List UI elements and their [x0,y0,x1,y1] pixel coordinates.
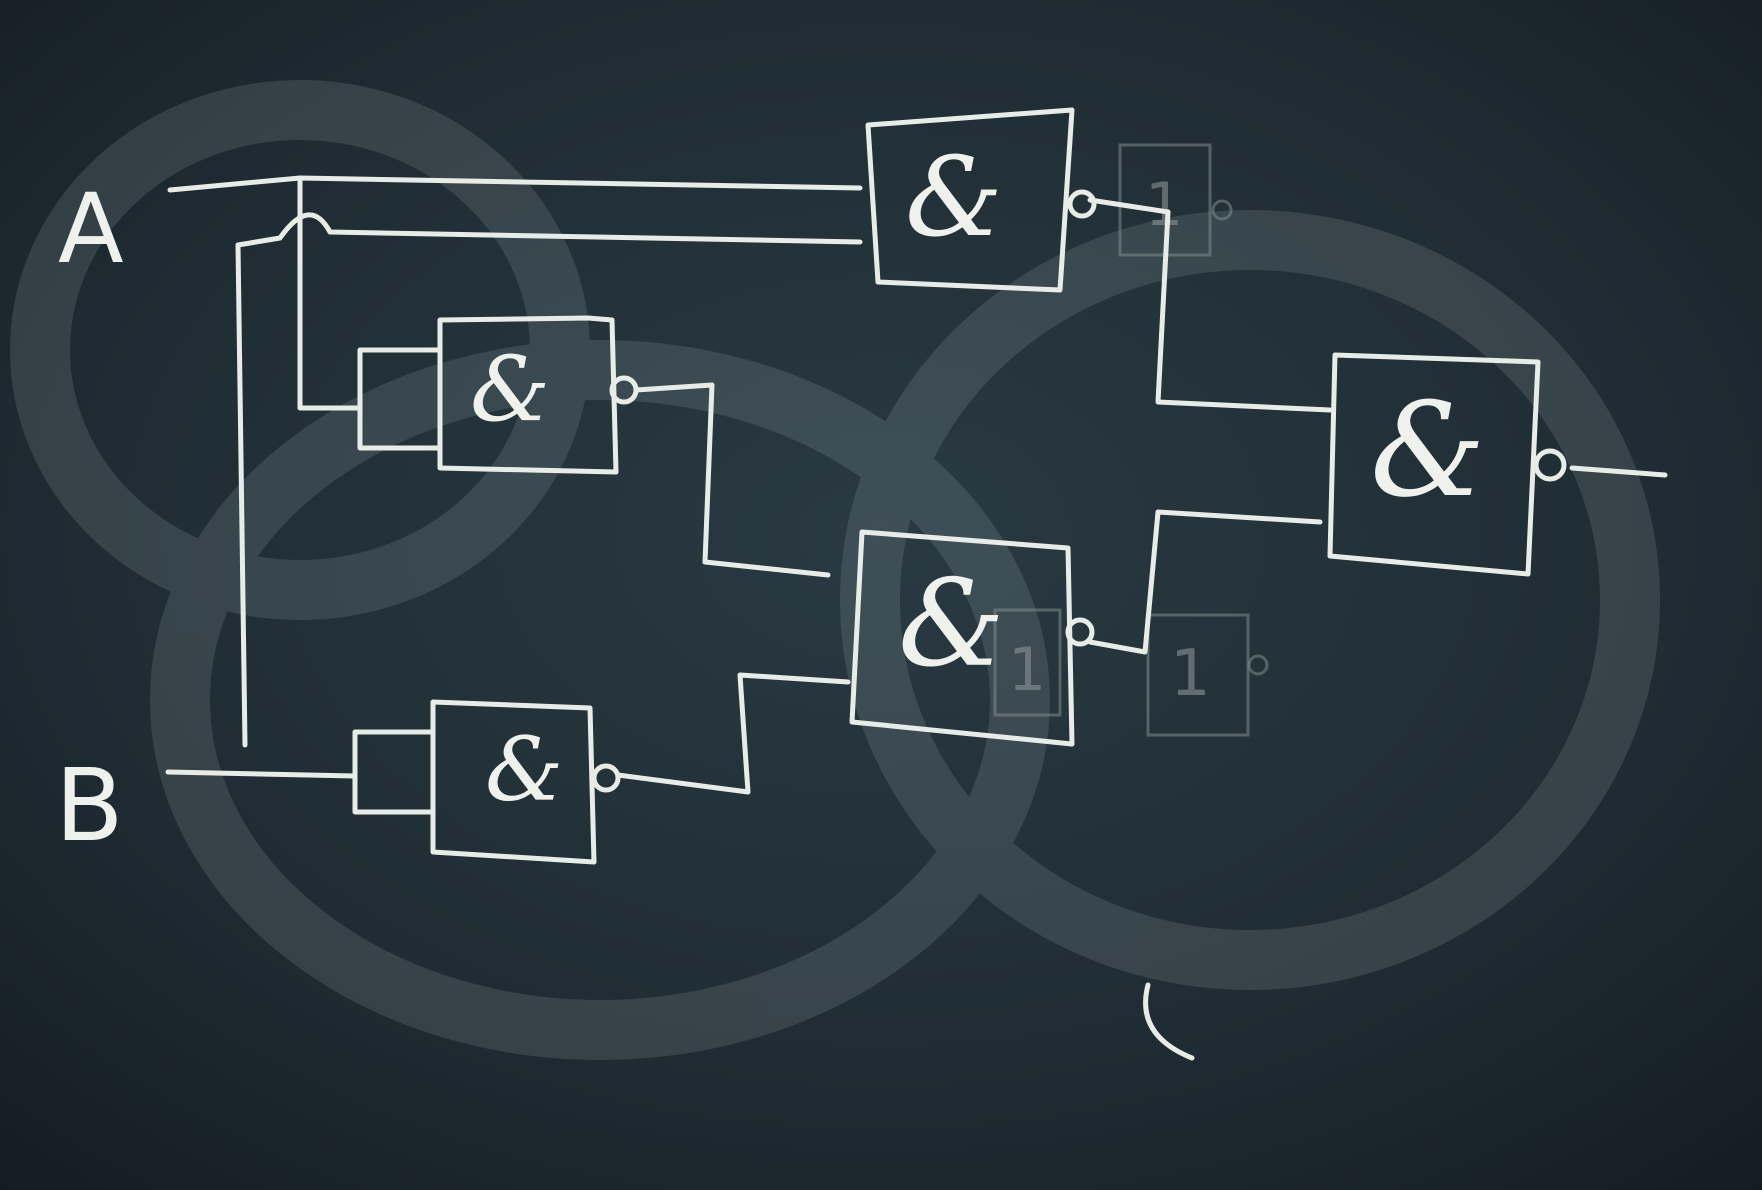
and-symbol: & [905,133,1003,261]
svg-text:1: 1 [1008,635,1046,705]
and-symbol: & [898,555,1005,694]
svg-text:1: 1 [1145,170,1183,240]
input-label-b: B [55,747,124,864]
and-symbol: & [470,337,550,442]
svg-text:1: 1 [1170,637,1211,711]
and-symbol: & [1370,374,1486,526]
chalkboard: 1 1 1 A B & & & & & [0,0,1762,1190]
input-label-a: A [58,173,124,285]
and-symbol: & [485,718,563,821]
